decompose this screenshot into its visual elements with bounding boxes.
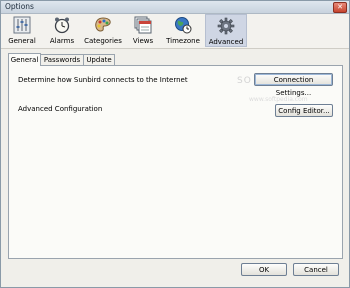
general-tab-panel: SO www.softpedia.com Determine how Sunbi… (8, 65, 343, 259)
pane-general-label: General (8, 37, 36, 45)
globe-clock-icon (175, 17, 192, 34)
pane-alarms-label: Alarms (49, 37, 75, 45)
pane-advanced[interactable]: Advanced (205, 14, 247, 47)
pane-categories[interactable]: Categories (81, 14, 125, 47)
pane-categories-label: Categories (84, 37, 122, 45)
connection-settings-button[interactable]: Connection Settings... (254, 73, 333, 97)
pane-views-label: Views (132, 37, 154, 45)
pane-views[interactable]: Views (127, 14, 159, 47)
cancel-button[interactable]: Cancel (293, 263, 339, 276)
sliders-icon (13, 16, 31, 34)
close-icon[interactable]: ✕ (333, 2, 347, 13)
pane-advanced-label: Advanced (208, 38, 244, 46)
window-title: Options (5, 2, 34, 11)
options-window: Options ✕ General Alarms Categories View… (0, 0, 350, 288)
connection-description: Determine how Sunbird connects to the In… (18, 76, 188, 84)
pane-timezone[interactable]: Timezone (163, 14, 203, 47)
ok-button[interactable]: OK (241, 263, 287, 276)
pane-general[interactable]: General (3, 14, 41, 47)
watermark: SO (237, 76, 252, 86)
calendar-views-icon (134, 16, 152, 34)
advanced-configuration-label: Advanced Configuration (18, 105, 103, 113)
tab-general[interactable]: General (8, 53, 41, 66)
palette-icon (95, 17, 111, 32)
alarm-clock-icon (54, 17, 70, 34)
gear-icon (217, 17, 235, 35)
preferences-toolbar: General Alarms Categories Views Timezone… (1, 14, 349, 49)
title-bar[interactable]: Options ✕ (1, 1, 349, 14)
pane-timezone-label: Timezone (166, 37, 200, 45)
pane-alarms[interactable]: Alarms (43, 14, 81, 47)
config-editor-button[interactable]: Config Editor... (275, 104, 333, 117)
